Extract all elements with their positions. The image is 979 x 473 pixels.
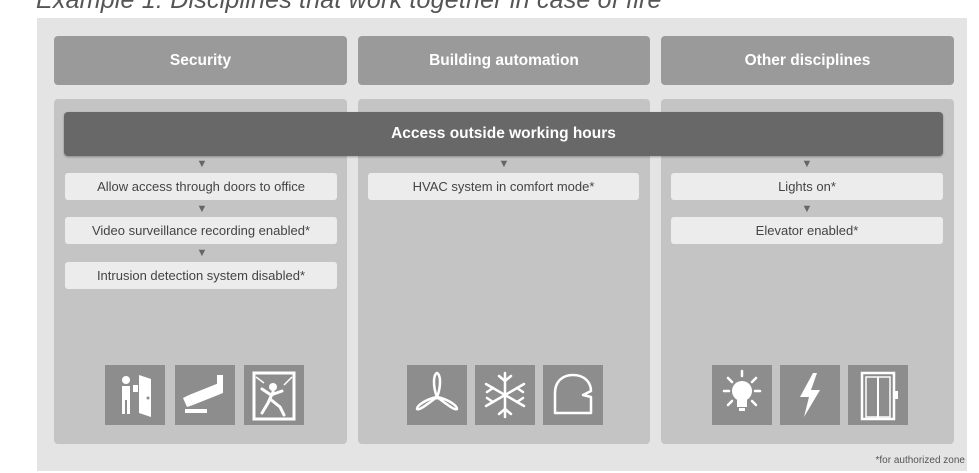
arrow-down-icon: ▼ — [196, 203, 208, 215]
security-action-1: Allow access through doors to office — [65, 173, 337, 200]
building-automation-action-1: HVAC system in comfort mode* — [368, 173, 639, 200]
heating-icon — [543, 365, 603, 425]
other-action-1: Lights on* — [671, 173, 943, 200]
security-action-3: Intrusion detection system disabled* — [65, 262, 337, 289]
security-action-2: Video surveillance recording enabled* — [65, 217, 337, 244]
elevator-icon — [848, 365, 908, 425]
header-building-automation: Building automation — [358, 36, 650, 85]
header-other-disciplines: Other disciplines — [661, 36, 954, 85]
arrow-down-icon: ▼ — [801, 158, 813, 170]
access-control-icon — [105, 365, 165, 425]
arrow-down-icon: ▼ — [196, 158, 208, 170]
arrow-down-icon: ▼ — [801, 203, 813, 215]
arrow-down-icon: ▼ — [498, 158, 510, 170]
power-icon — [780, 365, 840, 425]
header-security: Security — [54, 36, 347, 85]
snowflake-icon — [475, 365, 535, 425]
footnote: *for authorized zone — [875, 455, 965, 466]
other-action-2: Elevator enabled* — [671, 217, 943, 244]
arrow-down-icon: ▼ — [196, 247, 208, 259]
page-title: Example 1: Disciplines that work togethe… — [36, 0, 662, 14]
light-bulb-icon — [712, 365, 772, 425]
fan-icon — [407, 365, 467, 425]
intrusion-alarm-icon — [244, 365, 304, 425]
trigger-banner: Access outside working hours — [64, 112, 943, 156]
camera-icon — [175, 365, 235, 425]
